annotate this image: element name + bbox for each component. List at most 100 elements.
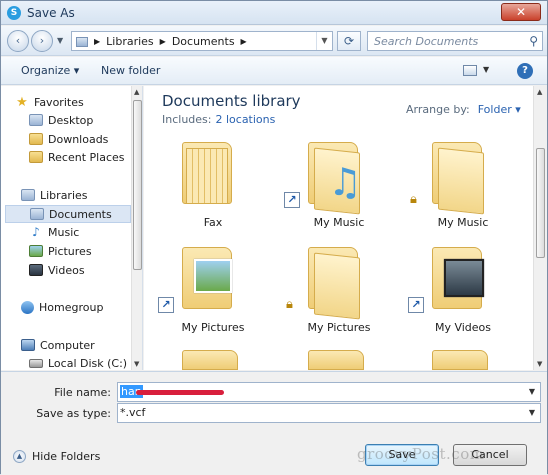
search-placeholder: Search Documents — [374, 35, 479, 48]
desktop-icon — [29, 114, 43, 126]
sidebar-item-local-disk[interactable]: Local Disk (C:) — [29, 354, 142, 370]
folder-icon[interactable] — [182, 350, 238, 370]
file-list-pane: Documents library Includes: 2 locations A… — [144, 86, 547, 370]
downloads-folder-icon — [29, 133, 43, 145]
sidebar-label: Pictures — [48, 244, 92, 258]
recent-pages-dropdown[interactable]: ▼ — [57, 36, 63, 45]
save-as-type-dropdown[interactable]: ▼ — [524, 404, 540, 422]
arrange-by-dropdown[interactable]: Folder ▾ — [478, 103, 521, 116]
sidebar-label: Recent Places — [48, 150, 125, 164]
folder-tile[interactable]: ♫ ↗ My Music — [284, 136, 394, 240]
refresh-button[interactable]: ⟳ — [337, 31, 361, 51]
library-title: Documents library — [162, 92, 301, 110]
organize-button[interactable]: Organize ▾ — [21, 64, 79, 77]
collapse-up-icon: ▲ — [13, 450, 26, 463]
sidebar-label: Libraries — [40, 188, 88, 202]
folder-label: My Pictures — [181, 321, 245, 334]
sidebar-item-pictures[interactable]: Pictures — [29, 242, 142, 260]
close-button[interactable]: ✕ — [501, 3, 541, 21]
sidebar-label: Documents — [49, 207, 112, 221]
fax-folder-icon — [186, 148, 228, 204]
redaction-mark — [136, 390, 224, 395]
pictures-icon — [29, 245, 43, 257]
address-history-dropdown[interactable]: ▼ — [316, 32, 332, 50]
sidebar-item-recent-places[interactable]: Recent Places — [29, 148, 142, 166]
back-button[interactable]: ‹ — [7, 30, 29, 52]
sidebar-item-documents[interactable]: Documents — [5, 205, 131, 223]
includes-label: Includes: — [162, 113, 212, 126]
folder-tile[interactable]: ↗ My Pictures — [158, 241, 268, 345]
folder-label: Fax — [203, 216, 223, 229]
music-note-icon: ♪ — [32, 225, 40, 239]
folder-tile[interactable]: 🔒︎ My Pictures — [284, 241, 394, 345]
skype-icon: S — [7, 6, 21, 20]
navigation-pane: ★ Favorites Desktop Downloads Recent Pla… — [1, 86, 143, 370]
save-as-dialog: S Save As ✕ ‹ › ▼ ▶ Libraries ▶ Document… — [0, 0, 548, 475]
search-input[interactable]: Search Documents ⚲ — [367, 31, 543, 51]
forward-button[interactable]: › — [31, 30, 53, 52]
star-icon: ★ — [16, 94, 28, 110]
help-icon[interactable]: ? — [517, 63, 533, 79]
content-scroll-thumb[interactable] — [536, 148, 545, 258]
window-title: Save As — [27, 6, 75, 20]
sidebar-item-downloads[interactable]: Downloads — [29, 130, 142, 148]
search-icon[interactable]: ⚲ — [529, 34, 538, 48]
new-folder-button[interactable]: New folder — [101, 64, 160, 77]
breadcrumb-libraries[interactable]: Libraries — [106, 35, 154, 48]
scroll-down-icon[interactable]: ▼ — [537, 360, 542, 368]
hard-drive-icon — [29, 358, 43, 368]
recent-places-icon — [29, 151, 43, 163]
content-scrollbar[interactable]: ▲ ▼ — [533, 86, 547, 370]
film-strip-icon — [444, 259, 484, 297]
breadcrumb-documents[interactable]: Documents — [172, 35, 235, 48]
folder-icon[interactable] — [308, 350, 364, 370]
folder-icon[interactable] — [432, 350, 488, 370]
sidebar-item-videos[interactable]: Videos — [29, 261, 142, 279]
scroll-down-icon[interactable]: ▼ — [134, 360, 139, 368]
view-options-dropdown[interactable]: ▼ — [483, 65, 489, 74]
save-as-type-select[interactable]: *.vcf ▼ — [117, 403, 541, 423]
file-name-dropdown[interactable]: ▼ — [524, 383, 540, 401]
shortcut-arrow-icon: ↗ — [284, 192, 300, 208]
sidebar-scroll-thumb[interactable] — [133, 100, 142, 270]
sidebar-item-favorites[interactable]: ★ Favorites — [15, 93, 142, 111]
save-as-type-label: Save as type: — [36, 407, 111, 420]
folder-label: My Music — [437, 216, 489, 229]
shortcut-arrow-icon: ↗ — [408, 297, 424, 313]
includes-line: Includes: 2 locations — [162, 113, 275, 126]
sidebar-item-music[interactable]: ♪ Music — [29, 223, 142, 241]
scroll-up-icon[interactable]: ▲ — [134, 88, 139, 96]
sidebar-item-homegroup[interactable]: Homegroup — [21, 298, 142, 316]
lock-icon: 🔒︎ — [410, 192, 417, 207]
arrange-by: Arrange by: Folder ▾ — [406, 103, 521, 116]
sidebar-scrollbar[interactable]: ▲ ▼ — [131, 86, 142, 370]
save-as-type-value: *.vcf — [120, 406, 146, 419]
breadcrumb-separator-icon: ▶ — [240, 37, 247, 46]
sidebar-item-libraries[interactable]: Libraries — [21, 186, 142, 204]
libraries-icon — [21, 189, 35, 201]
folder-label: My Videos — [434, 321, 492, 334]
arrange-label: Arrange by: — [406, 103, 470, 116]
breadcrumb-separator-icon: ▶ — [159, 37, 166, 46]
file-name-label: File name: — [54, 386, 111, 399]
folder-tile[interactable]: ↗ My Videos — [408, 241, 518, 345]
sidebar-label: Local Disk (C:) — [48, 356, 128, 370]
folder-tile[interactable]: Fax — [158, 136, 268, 240]
folder-label: My Pictures — [307, 321, 371, 334]
command-bar: Organize ▾ New folder ▼ ? — [1, 57, 547, 85]
address-bar[interactable]: ▶ Libraries ▶ Documents ▶ ▼ — [71, 31, 333, 51]
hide-folders-button[interactable]: ▲ Hide Folders — [13, 450, 100, 463]
change-view-icon[interactable] — [463, 65, 477, 76]
file-name-input[interactable]: han ▼ — [117, 382, 541, 402]
sidebar-item-desktop[interactable]: Desktop — [29, 111, 142, 129]
homegroup-icon — [21, 300, 34, 314]
locations-link[interactable]: 2 locations — [215, 113, 275, 126]
folder-front — [314, 252, 360, 320]
scroll-up-icon[interactable]: ▲ — [537, 88, 542, 96]
folder-tile[interactable]: 🔒︎ My Music — [408, 136, 518, 240]
shortcut-arrow-icon: ↗ — [158, 297, 174, 313]
breadcrumb-separator-icon: ▶ — [94, 37, 101, 46]
sidebar-item-computer[interactable]: Computer — [21, 336, 142, 354]
sidebar-label: Favorites — [34, 95, 84, 109]
sidebar-label: Computer — [40, 338, 95, 352]
